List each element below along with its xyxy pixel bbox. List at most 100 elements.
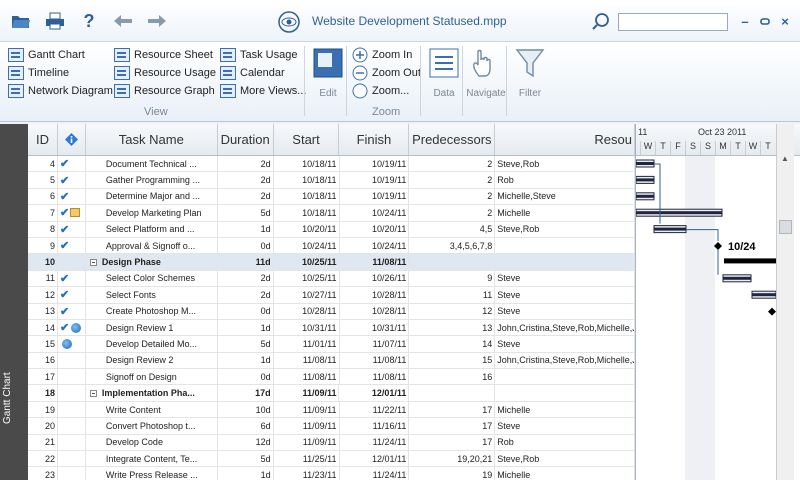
task-row[interactable]: 7 ✔ Develop Marketing Plan 5d 10/18/11 10/24/… [28, 205, 635, 222]
indicator-cell[interactable] [58, 336, 86, 352]
task-name-cell[interactable]: Gather Programming ... [86, 172, 218, 188]
indicator-cell[interactable]: ✔ [58, 303, 86, 319]
column-header-id[interactable]: ID [28, 124, 58, 155]
resource-names-cell[interactable] [495, 385, 635, 401]
weekend-shading[interactable] [685, 156, 715, 480]
task-id-cell[interactable]: 11 [28, 270, 58, 287]
resource-names-cell[interactable]: Steve [495, 270, 635, 287]
indicator-cell[interactable]: ✔ [58, 156, 86, 172]
predecessors-cell[interactable]: 9 [409, 270, 496, 287]
resource-names-cell[interactable]: Rob [495, 434, 635, 451]
summary-task-row[interactable]: 18 Implementation Pha... 17d 11/09/11 12/01/… [28, 385, 635, 402]
predecessors-cell[interactable]: 15 [409, 352, 496, 369]
task-id-cell[interactable]: 5 [28, 172, 58, 188]
indicator-cell[interactable] [58, 369, 86, 385]
finish-date-cell[interactable]: 10/19/11 [340, 172, 410, 188]
column-header-duration[interactable]: Duration [218, 124, 274, 155]
duration-cell[interactable]: 2d [218, 270, 274, 287]
task-row[interactable]: 9 ✔ Approval & Signoff o... 0d 10/24/11 10/24… [28, 237, 635, 255]
finish-date-cell[interactable]: 10/20/11 [340, 221, 410, 237]
predecessors-cell[interactable]: 17 [409, 401, 496, 418]
close-icon[interactable]: × [778, 14, 792, 29]
start-date-cell[interactable]: 10/20/11 [274, 221, 340, 237]
indicator-cell[interactable] [58, 451, 86, 467]
predecessors-cell[interactable]: 13 [409, 319, 496, 336]
vertical-scrollbar[interactable]: ▲ [776, 124, 794, 480]
task-id-cell[interactable]: 17 [28, 369, 58, 385]
finish-date-cell[interactable]: 11/07/11 [340, 336, 410, 352]
task-id-cell[interactable]: 13 [28, 303, 58, 319]
predecessors-cell[interactable]: 12 [409, 303, 496, 319]
column-header-resources[interactable]: Resou [495, 124, 635, 155]
start-date-cell[interactable]: 11/01/11 [274, 336, 340, 352]
task-name-cell[interactable]: Select Platform and ... [86, 221, 218, 237]
task-row[interactable]: 8 ✔ Select Platform and ... 1d 10/20/11 10/20… [28, 221, 635, 238]
task-id-cell[interactable]: 10 [28, 254, 58, 270]
task-id-cell[interactable]: 9 [28, 237, 58, 254]
finish-date-cell[interactable]: 10/31/11 [340, 319, 410, 336]
task-name-cell[interactable]: Design Review 2 [86, 352, 218, 369]
gantt-chart-view-button[interactable]: Gantt Chart [8, 46, 85, 63]
start-date-cell[interactable]: 11/08/11 [274, 369, 340, 385]
task-row[interactable]: 20 Convert Photoshop t... 6d 11/09/11 11/16/… [28, 418, 635, 435]
resource-names-cell[interactable]: Rob [495, 172, 635, 188]
summary-bar[interactable] [724, 258, 776, 264]
collapse-toggle-icon[interactable] [89, 258, 97, 266]
progress-bar[interactable] [752, 293, 776, 297]
filter-button[interactable]: Filter [510, 46, 550, 102]
duration-cell[interactable]: 5d [218, 205, 274, 221]
task-id-cell[interactable]: 14 [28, 319, 58, 336]
finish-date-cell[interactable]: 12/01/11 [340, 451, 410, 467]
edit-button[interactable]: Edit [308, 46, 348, 102]
start-date-cell[interactable]: 11/09/11 [274, 434, 340, 451]
task-name-cell[interactable]: Determine Major and ... [86, 188, 218, 205]
indicator-cell[interactable]: ✔ [58, 287, 86, 303]
resource-names-cell[interactable] [495, 369, 635, 385]
indicator-cell[interactable] [58, 385, 86, 401]
milestone-diamond[interactable] [714, 242, 722, 250]
start-date-cell[interactable]: 10/18/11 [274, 172, 340, 188]
resource-names-cell[interactable]: Steve [495, 287, 635, 303]
task-name-cell[interactable]: Design Phase [86, 254, 218, 270]
zoom-in-button[interactable]: Zoom In [352, 46, 412, 63]
start-date-cell[interactable]: 10/25/11 [274, 254, 340, 270]
start-date-cell[interactable]: 10/28/11 [274, 303, 340, 319]
duration-cell[interactable]: 11d [218, 254, 274, 270]
duration-cell[interactable]: 5d [218, 451, 274, 467]
progress-bar[interactable] [636, 178, 654, 182]
collapse-toggle-icon[interactable] [89, 389, 97, 397]
resource-names-cell[interactable]: Steve [495, 418, 635, 434]
predecessors-cell[interactable]: 16 [409, 369, 496, 385]
duration-cell[interactable]: 1d [218, 319, 274, 336]
task-id-cell[interactable]: 22 [28, 451, 58, 467]
task-id-cell[interactable]: 19 [28, 401, 58, 418]
predecessors-cell[interactable]: 3,4,5,6,7,8 [409, 237, 496, 254]
task-name-cell[interactable]: Develop Detailed Mo... [86, 336, 218, 352]
duration-cell[interactable]: 0d [218, 237, 274, 254]
task-row[interactable]: 4 ✔ Document Technical ... 2d 10/18/11 10/19/… [28, 156, 635, 173]
duration-cell[interactable]: 0d [218, 369, 274, 385]
finish-date-cell[interactable]: 11/08/11 [339, 254, 410, 270]
resource-names-cell[interactable]: Steve,Rob [495, 221, 635, 237]
note-icon[interactable] [70, 208, 81, 218]
task-name-cell[interactable]: Select Fonts [86, 287, 218, 303]
zoom-out-button[interactable]: Zoom Out [352, 64, 421, 81]
finish-date-cell[interactable]: 12/01/11 [339, 385, 410, 401]
indicator-cell[interactable]: ✔ [58, 221, 86, 237]
finish-date-cell[interactable]: 11/22/11 [340, 401, 410, 418]
predecessors-cell[interactable]: 17 [409, 434, 496, 451]
predecessors-cell[interactable] [409, 254, 496, 270]
search-input[interactable] [618, 13, 728, 31]
task-row[interactable]: 21 Develop Code 12d 11/09/11 11/24/11 17 Rob [28, 434, 635, 452]
predecessors-cell[interactable]: 19 [409, 467, 496, 480]
indicator-cell[interactable]: ✔ [58, 172, 86, 188]
start-date-cell[interactable]: 10/31/11 [274, 319, 340, 336]
resource-names-cell[interactable]: John,Cristina,Steve,Rob,Michelle,Je [495, 319, 635, 336]
predecessors-cell[interactable]: 11 [409, 287, 496, 303]
finish-date-cell[interactable]: 10/28/11 [340, 303, 410, 319]
predecessors-cell[interactable]: 2 [409, 188, 496, 205]
task-name-cell[interactable]: Create Photoshop M... [86, 303, 218, 319]
start-date-cell[interactable]: 10/27/11 [274, 287, 340, 303]
resource-names-cell[interactable] [495, 254, 635, 270]
task-usage-view-button[interactable]: Task Usage [220, 46, 297, 63]
